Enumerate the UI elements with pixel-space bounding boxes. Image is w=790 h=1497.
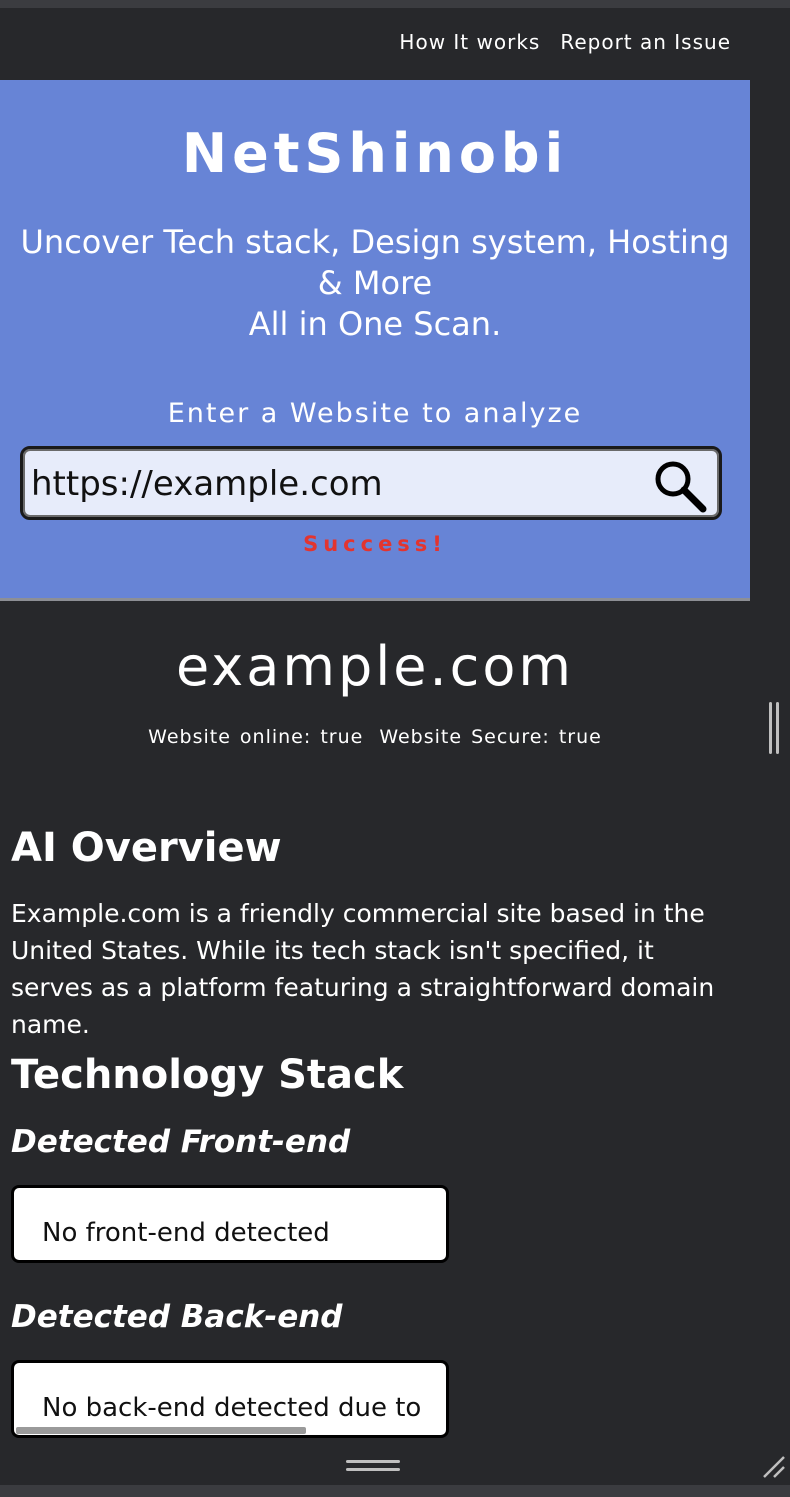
ai-overview-heading: AI Overview <box>11 825 282 871</box>
brand-title: NetShinobi <box>181 122 569 185</box>
search-prompt: Enter a Website to analyze <box>167 398 583 429</box>
side-resize-handle[interactable] <box>769 702 779 754</box>
frontend-card: No front-end detected <box>11 1185 449 1263</box>
backend-card[interactable]: No back-end detected due to <box>11 1360 449 1438</box>
backend-card-scrollbar[interactable] <box>16 1427 306 1434</box>
tagline-line-2: & More <box>317 264 433 302</box>
hero-section: NetShinobi Uncover Tech stack, Design sy… <box>0 80 750 601</box>
bottom-resize-handle[interactable] <box>346 1460 400 1474</box>
url-input[interactable] <box>31 457 641 511</box>
online-status: Website online: true <box>148 726 364 748</box>
search-icon <box>655 461 707 513</box>
backend-value: No back-end detected due to <box>42 1393 422 1423</box>
how-it-works-link[interactable]: How It works <box>399 30 540 54</box>
site-status-line: Website online: true Website Secure: true <box>0 726 750 748</box>
page: How It works Report an Issue NetShinobi … <box>0 0 790 1497</box>
status-message: Success! <box>303 532 447 556</box>
frontend-heading: Detected Front-end <box>11 1124 351 1160</box>
tech-stack-heading: Technology Stack <box>11 1052 404 1098</box>
window-bottom-edge <box>0 1485 790 1497</box>
window-top-edge <box>0 0 790 8</box>
ai-overview-text: Example.com is a friendly commercial sit… <box>11 899 715 1039</box>
domain-title: example.com <box>176 635 574 698</box>
tagline-line-1: Uncover Tech stack, Design system, Hosti… <box>20 223 730 261</box>
top-nav: How It works Report an Issue <box>399 30 731 54</box>
backend-heading: Detected Back-end <box>11 1299 343 1335</box>
tagline: Uncover Tech stack, Design system, Hosti… <box>0 222 750 345</box>
frontend-value: No front-end detected <box>42 1218 330 1248</box>
search-box <box>20 446 722 520</box>
tagline-line-3: All in One Scan. <box>248 305 502 343</box>
search-button[interactable] <box>649 455 709 515</box>
secure-status: Website Secure: true <box>379 726 602 748</box>
resize-corner-icon[interactable] <box>762 1455 786 1479</box>
report-issue-link[interactable]: Report an Issue <box>560 30 731 54</box>
